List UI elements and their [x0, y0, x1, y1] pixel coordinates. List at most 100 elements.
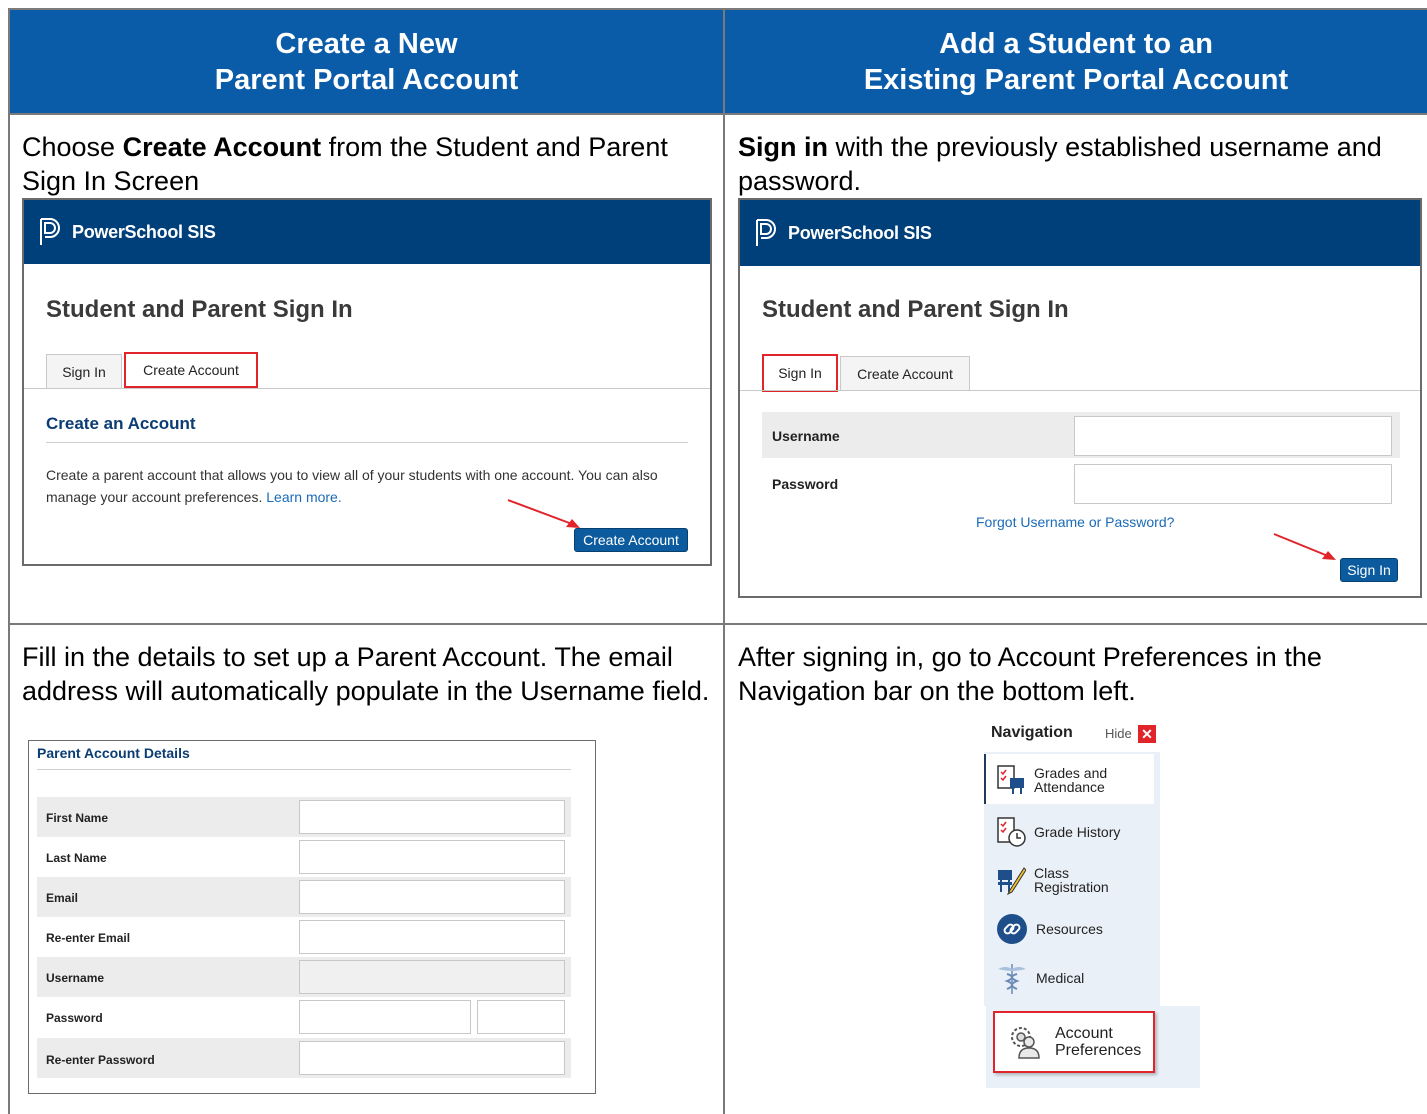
reenter-password-input[interactable] — [299, 1041, 565, 1075]
step1-pre: Choose — [22, 132, 123, 162]
step1-bold: Create Account — [122, 132, 322, 162]
table-divider-center — [723, 8, 725, 1114]
account-preferences-text: Account Preferences — [1055, 1025, 1141, 1059]
username-input[interactable] — [1074, 416, 1392, 456]
step3-instruction: Fill in the details to set up a Parent A… — [22, 642, 710, 706]
last-name-label: Last Name — [46, 851, 107, 865]
account-pref-line1: Account — [1055, 1025, 1113, 1042]
powerschool-header-bar-2: PowerSchool SIS — [740, 200, 1420, 266]
powerschool-logo-text: PowerSchool SIS — [72, 221, 216, 242]
reenter-password-label: Re-enter Password — [46, 1053, 155, 1067]
account-password-label: Password — [46, 1011, 103, 1025]
header-create-account: Create a New Parent Portal Account — [10, 10, 723, 113]
reenter-email-label: Re-enter Email — [46, 931, 131, 945]
tab-sign-in[interactable]: Sign In — [46, 354, 122, 388]
nav-class-line2: Registration — [1034, 879, 1109, 895]
powerschool-logo-2: PowerSchool SIS — [754, 218, 932, 248]
account-username-label: Username — [46, 971, 105, 985]
tab-create-account-label: Create Account — [143, 362, 239, 378]
pointer-arrow-icon — [507, 499, 580, 528]
nav-item-resources[interactable]: Resources — [996, 912, 1103, 946]
powerschool-logo: PowerSchool SIS — [38, 217, 216, 247]
close-icon[interactable]: ✕ — [1138, 725, 1156, 743]
page-title-2: Student and Parent Sign In — [762, 296, 1069, 323]
step2-post: with the previously established username… — [738, 132, 1382, 196]
step4-instruction: After signing in, go to Account Preferen… — [738, 642, 1322, 706]
sign-in-button-label: Sign In — [1347, 562, 1391, 578]
account-details-underline — [37, 769, 571, 770]
tab-create-account[interactable]: Create Account — [124, 352, 258, 388]
tab-sign-in-active-label: Sign In — [778, 365, 822, 381]
tab-sign-in-label: Sign In — [62, 363, 106, 380]
step2-bold: Sign in — [738, 132, 828, 162]
nav-class-line1: Class — [1034, 865, 1070, 881]
table-border-left — [8, 8, 10, 1114]
step1-instruction: Choose Create Account from the Student a… — [22, 130, 712, 198]
tab-sign-in-active[interactable]: Sign In — [762, 354, 838, 392]
sign-in-screenshot: PowerSchool SIS Student and Parent Sign … — [738, 198, 1422, 598]
account-username-input — [299, 960, 565, 994]
powerschool-logo-icon-2 — [756, 219, 776, 246]
account-pref-line2: Preferences — [1055, 1042, 1142, 1059]
header-add-student: Add a Student to an Existing Parent Port… — [725, 10, 1427, 113]
password-strength-box — [477, 1000, 565, 1034]
first-name-label: First Name — [46, 811, 109, 825]
nav-item-medical-text: Medical — [1036, 970, 1085, 986]
nav-item-resources-text: Resources — [1036, 921, 1103, 937]
username-label: Username — [772, 428, 840, 444]
email-input[interactable] — [299, 880, 565, 914]
first-name-input[interactable] — [299, 800, 565, 834]
reenter-email-input[interactable] — [299, 920, 565, 954]
nav-grades-line1: Grades and — [1034, 765, 1108, 781]
create-account-description: Create a parent account that allows you … — [46, 464, 686, 508]
navigation-title: Navigation — [991, 724, 1073, 741]
nav-item-medical[interactable]: Medical — [996, 960, 1084, 996]
account-details-title: Parent Account Details — [37, 745, 190, 761]
last-name-input[interactable] — [299, 840, 565, 874]
account-preferences-item[interactable]: Account Preferences — [993, 1011, 1155, 1073]
nav-item-grade-history-text: Grade History — [1034, 824, 1121, 840]
section-underline — [46, 442, 688, 443]
sign-in-button[interactable]: Sign In — [1340, 558, 1398, 582]
powerschool-logo-icon — [40, 218, 60, 245]
create-account-section-title: Create an Account — [46, 414, 196, 433]
tab-divider — [24, 388, 710, 389]
nav-grades-line2: Attendance — [1034, 779, 1105, 795]
nav-item-grades-text: Grades and Attendance — [1034, 766, 1107, 794]
account-password-input[interactable] — [299, 1000, 471, 1034]
table-divider-row2 — [8, 623, 1427, 625]
learn-more-link[interactable]: Learn more. — [266, 489, 341, 505]
powerschool-header-bar: PowerSchool SIS — [24, 200, 710, 264]
forgot-credentials-link[interactable]: Forgot Username or Password? — [976, 514, 1174, 530]
grade-history-icon — [997, 817, 1026, 847]
header-right-line1: Add a Student to an — [939, 27, 1213, 60]
page-title: Student and Parent Sign In — [46, 296, 353, 323]
header-right-line2: Existing Parent Portal Account — [863, 63, 1289, 96]
nav-item-grades-attendance[interactable]: Grades and Attendance — [996, 762, 1107, 798]
step2-instruction: Sign in with the previously established … — [738, 130, 1418, 198]
table-divider-row1 — [8, 113, 1427, 115]
tab-create-account-2[interactable]: Create Account — [840, 356, 970, 390]
nav-item-class-registration[interactable]: Class Registration — [996, 862, 1109, 898]
header-left-line1: Create a New — [275, 27, 458, 60]
tab-create-account-2-label: Create Account — [857, 365, 953, 382]
header-left-line2: Parent Portal Account — [214, 63, 519, 96]
password-input[interactable] — [1074, 464, 1392, 504]
account-preferences-icon — [1011, 1027, 1040, 1059]
password-label: Password — [772, 476, 839, 492]
create-account-screenshot: PowerSchool SIS Student and Parent Sign … — [22, 198, 712, 566]
navigation-panel: Navigation Hide ✕ Grades and Attendance G… — [984, 710, 1160, 1006]
resources-link-icon — [997, 914, 1027, 944]
grades-attendance-icon — [997, 765, 1024, 794]
pointer-arrow-icon-2 — [1273, 533, 1336, 560]
tab-divider-2 — [740, 390, 1420, 391]
powerschool-logo-text-2: PowerSchool SIS — [788, 222, 932, 243]
nav-item-class-registration-text: Class Registration — [1034, 866, 1109, 894]
create-account-button[interactable]: Create Account — [574, 528, 688, 552]
create-account-button-label: Create Account — [583, 532, 679, 548]
email-label: Email — [46, 891, 79, 905]
account-details-screenshot: Parent Account Details First Name Last N… — [28, 740, 596, 1094]
class-registration-icon — [998, 867, 1026, 896]
nav-item-grade-history[interactable]: Grade History — [996, 814, 1120, 850]
navigation-hide-label[interactable]: Hide — [1105, 726, 1132, 741]
